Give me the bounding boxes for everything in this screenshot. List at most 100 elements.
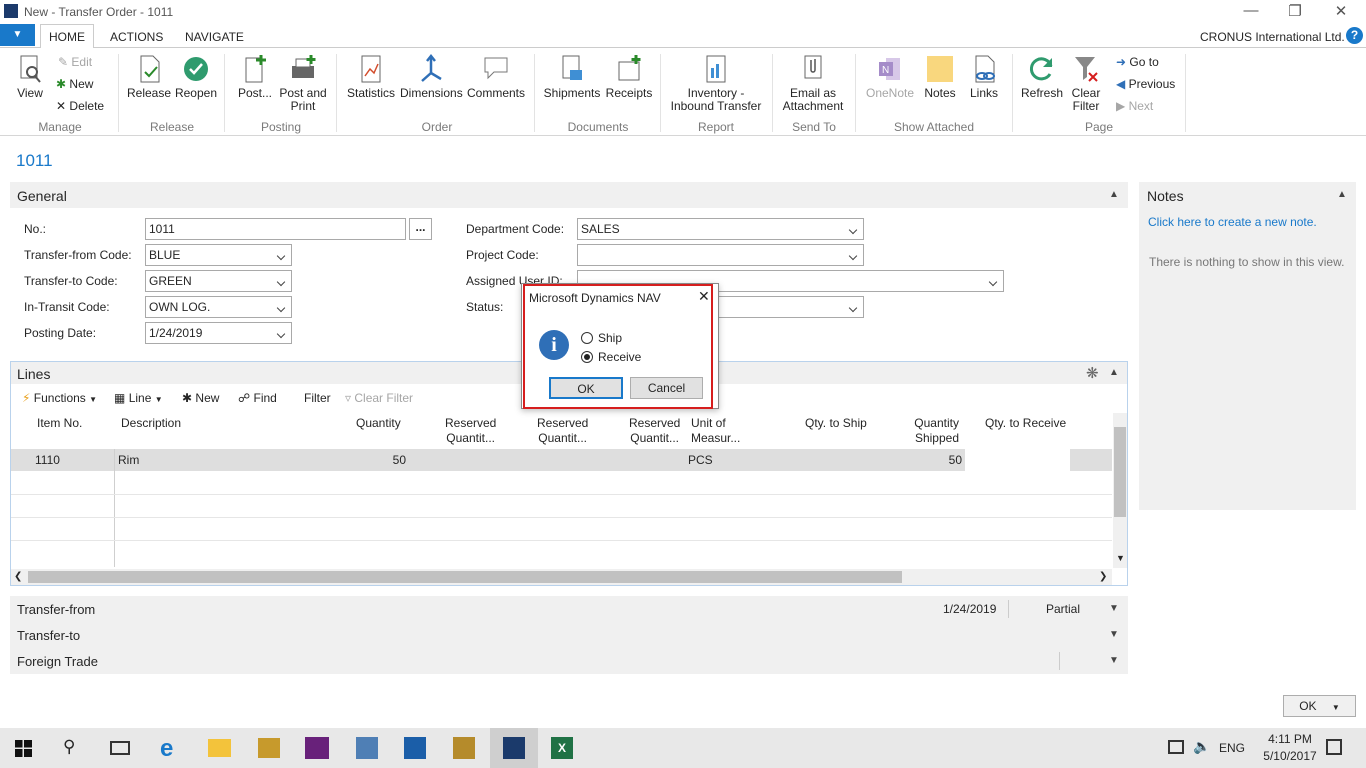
transfer-from-fasttab[interactable]: Transfer-from 1/24/2019 Partial ▼	[10, 596, 1128, 622]
receipts-button[interactable]: Receipts	[604, 54, 654, 100]
horizontal-scrollbar[interactable]: ❮ ❯	[11, 569, 1112, 585]
tab-actions[interactable]: ACTIONS	[110, 30, 163, 44]
col-quantity[interactable]: Quantity	[356, 416, 401, 431]
previous-button[interactable]: ◀ Previous	[1116, 77, 1175, 91]
clock-time[interactable]: 4:11 PM	[1265, 732, 1315, 746]
go-to-button[interactable]: ➜ Go to	[1116, 55, 1159, 69]
chevron-left-icon[interactable]: ❮	[14, 571, 22, 582]
search-icon[interactable]: ⚲	[63, 737, 75, 757]
statistics-button[interactable]: Statistics	[346, 54, 396, 100]
shipments-icon	[558, 54, 586, 84]
cell-quantity-shipped[interactable]: 50	[936, 453, 962, 467]
col-item-no[interactable]: Item No.	[37, 416, 82, 431]
tab-home[interactable]: HOME	[40, 24, 94, 49]
chart-app-icon[interactable]	[404, 737, 426, 759]
windows-start-icon[interactable]	[15, 740, 32, 757]
email-as-attachment-button[interactable]: Email as Attachment	[780, 54, 846, 113]
help-icon[interactable]: ?	[1346, 27, 1363, 44]
release-button[interactable]: Release	[126, 54, 172, 100]
lines-title: Lines	[17, 366, 51, 382]
view-button[interactable]: View	[12, 54, 48, 100]
chevron-up-icon[interactable]: ▲	[1109, 367, 1119, 378]
tools-icon[interactable]	[258, 738, 280, 758]
transfer-to-title: Transfer-to	[17, 628, 81, 643]
post-button[interactable]: Post...	[236, 54, 274, 100]
department-code-field[interactable]: SALES	[577, 218, 864, 240]
cell-description[interactable]: Rim	[118, 453, 139, 467]
vertical-scrollbar[interactable]: ▼	[1113, 413, 1127, 568]
notifications-icon[interactable]	[1326, 739, 1342, 755]
project-code-field[interactable]	[577, 244, 864, 266]
network-icon[interactable]	[1168, 740, 1184, 754]
volume-muted-icon[interactable]: 🔈	[1193, 738, 1210, 755]
language-indicator[interactable]: ENG	[1219, 741, 1245, 755]
line-menu[interactable]: ▦ Line ▼	[114, 391, 163, 405]
onenote-button[interactable]: N OneNote	[864, 54, 916, 100]
dimensions-button[interactable]: Dimensions	[400, 53, 463, 100]
notes-button[interactable]: Notes	[920, 54, 960, 100]
links-button[interactable]: Links	[964, 54, 1004, 100]
reopen-button[interactable]: Reopen	[174, 54, 218, 100]
transfer-to-field[interactable]: GREEN	[145, 270, 292, 292]
col-qty-to-receive[interactable]: Qty. to Receive	[985, 416, 1066, 431]
col-qty-to-ship[interactable]: Qty. to Ship	[805, 416, 867, 431]
new-button[interactable]: ✱ New	[56, 77, 93, 91]
posting-date-field[interactable]: 1/24/2019	[145, 322, 292, 344]
cell-item-no[interactable]: 1110	[35, 453, 60, 467]
minimize-button[interactable]: —	[1236, 2, 1266, 19]
no-assist-button[interactable]: ...	[409, 218, 432, 240]
delete-button[interactable]: ✕ Delete	[56, 99, 104, 113]
transfer-from-field[interactable]: BLUE	[145, 244, 292, 266]
visual-studio-icon[interactable]	[305, 737, 329, 759]
col-reserved-3[interactable]: Reserved Quantit...	[629, 416, 680, 446]
grid-icon: ▦	[114, 391, 126, 405]
col-quantity-shipped[interactable]: Quantity Shipped	[905, 416, 959, 446]
tab-navigate[interactable]: NAVIGATE	[185, 30, 244, 44]
restore-button[interactable]: ❐	[1280, 2, 1310, 20]
transfer-to-fasttab[interactable]: Transfer-to ▼	[10, 622, 1128, 648]
dynamics-icon[interactable]	[453, 737, 475, 759]
chevron-right-icon[interactable]: ❯	[1099, 571, 1107, 582]
refresh-button[interactable]: Refresh	[1020, 54, 1064, 100]
col-unit-of-measure[interactable]: Unit of Measur...	[691, 416, 740, 446]
shipments-button[interactable]: Shipments	[543, 54, 601, 100]
general-header[interactable]: General ▲	[10, 182, 1128, 208]
functions-menu[interactable]: ⚡ Functions ▼	[22, 391, 97, 405]
file-explorer-icon[interactable]	[208, 739, 231, 757]
comments-button[interactable]: Comments	[466, 54, 526, 100]
excel-icon[interactable]: X	[551, 737, 573, 759]
no-field[interactable]: 1011	[145, 218, 406, 240]
report-icon	[702, 54, 730, 84]
new-icon: ✱	[56, 77, 67, 91]
edit-button[interactable]: ✎ Edit	[58, 55, 92, 69]
post-icon	[241, 54, 269, 84]
server-icon[interactable]	[356, 737, 378, 759]
cell-quantity[interactable]: 50	[380, 453, 406, 467]
page-ok-button[interactable]: OK ▼	[1283, 695, 1356, 717]
next-button[interactable]: ▶ Next	[1116, 99, 1153, 113]
chevron-up-icon[interactable]: ▲	[1337, 189, 1347, 200]
lines-find-button[interactable]: ☍ Find	[238, 391, 277, 405]
table-row[interactable]	[11, 449, 965, 471]
foreign-trade-fasttab[interactable]: Foreign Trade ▼	[10, 648, 1128, 674]
col-reserved-2[interactable]: Reserved Quantit...	[537, 416, 588, 446]
cell-unit-of-measure[interactable]: PCS	[688, 453, 713, 467]
clock-date[interactable]: 5/10/2017	[1262, 749, 1318, 763]
lines-filter-button[interactable]: Filter	[304, 391, 331, 405]
col-description[interactable]: Description	[121, 416, 181, 431]
chevron-down-icon[interactable]: ▼	[1116, 553, 1125, 563]
lines-new-button[interactable]: ✱ New	[182, 391, 219, 405]
settings-icon[interactable]: ❋	[1086, 364, 1099, 382]
in-transit-field[interactable]: OWN LOG.	[145, 296, 292, 318]
clear-filter-button[interactable]: Clear Filter	[1066, 54, 1106, 113]
post-and-print-button[interactable]: Post and Print	[278, 54, 328, 113]
lines-clear-filter-button[interactable]: ▿ Clear Filter	[345, 391, 413, 405]
task-view-icon[interactable]	[110, 741, 130, 755]
create-note-link[interactable]: Click here to create a new note.	[1148, 215, 1317, 229]
app-menu-button[interactable]: ▼	[0, 24, 35, 46]
edge-icon[interactable]: e	[160, 735, 173, 763]
reopen-icon	[182, 54, 210, 84]
close-window-button[interactable]: ✕	[1326, 2, 1356, 20]
col-reserved-1[interactable]: Reserved Quantit...	[445, 416, 496, 446]
inventory-inbound-transfer-button[interactable]: Inventory - Inbound Transfer	[666, 54, 766, 113]
